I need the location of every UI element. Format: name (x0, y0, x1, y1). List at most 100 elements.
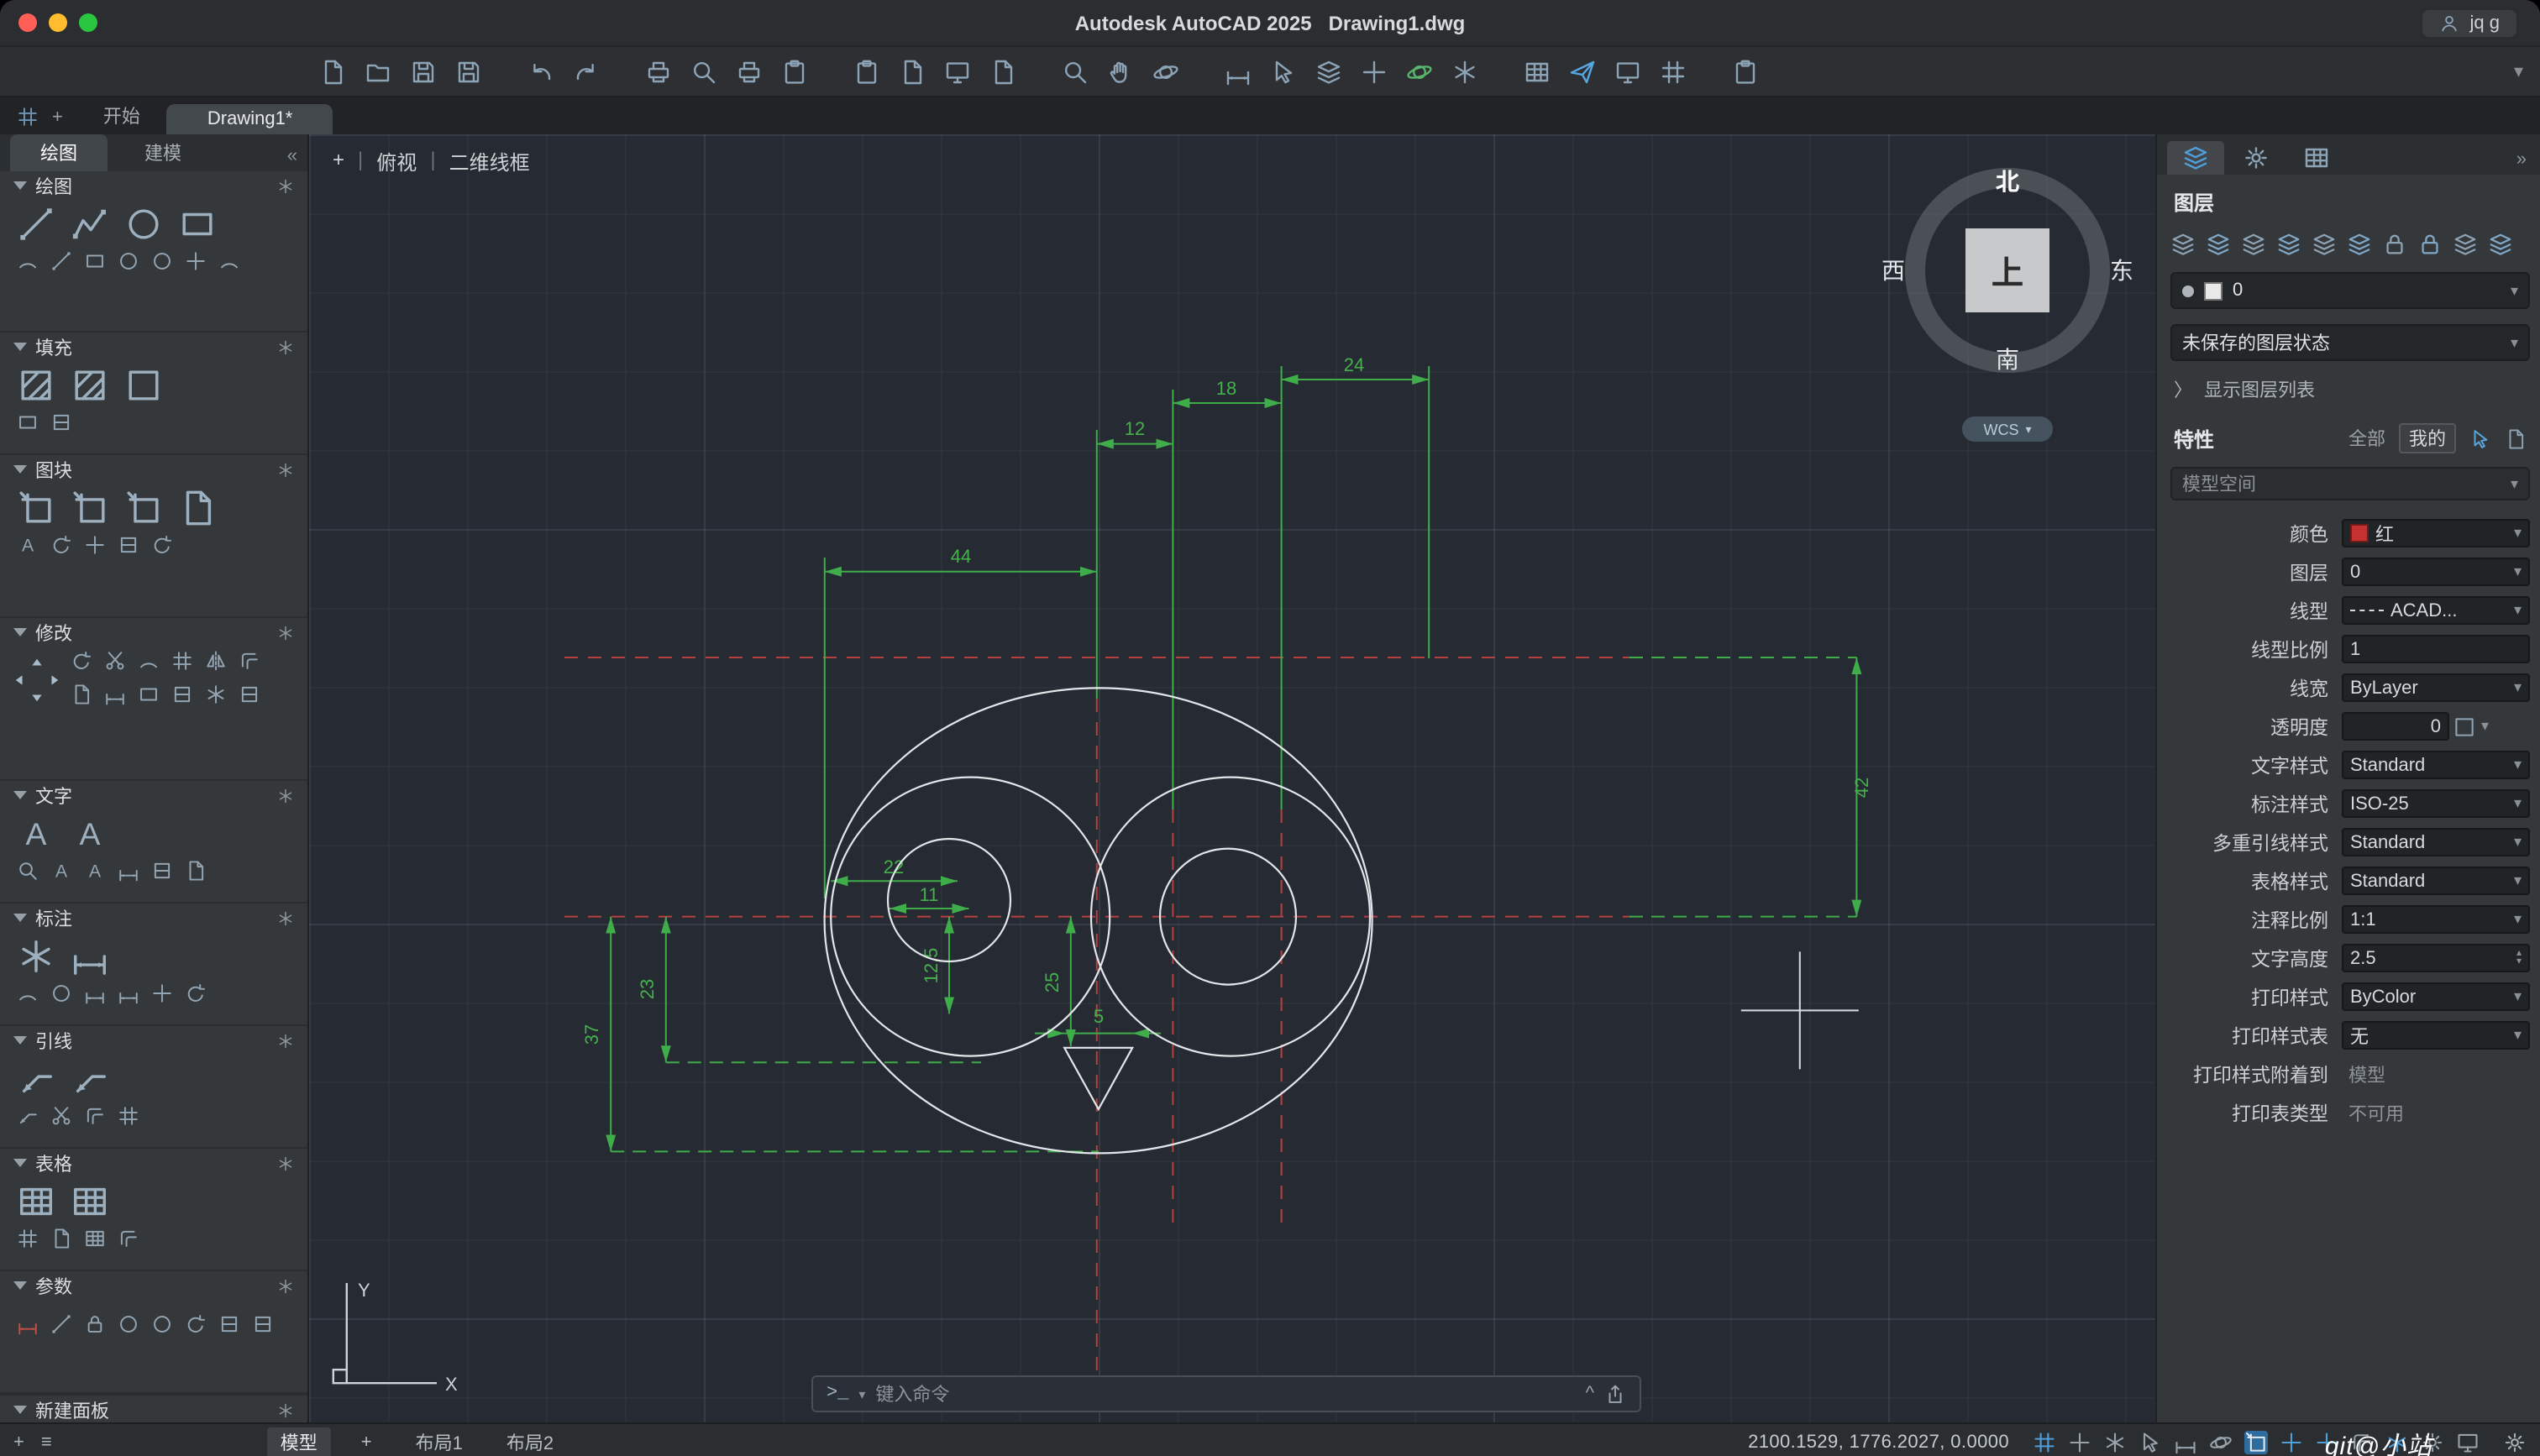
page-setup-icon[interactable] (781, 58, 808, 85)
tab-layout1[interactable]: 布局1 (402, 1427, 476, 1456)
section-header[interactable]: 表格 (0, 1149, 307, 1177)
dim-angular-icon[interactable] (17, 982, 39, 1004)
clean-icon[interactable] (2456, 1431, 2480, 1454)
create-block-icon[interactable] (71, 489, 109, 527)
model-space-canvas[interactable]: 12 18 24 44 42 37 23 22 11 12.5 25 5 Y X… (309, 134, 2155, 1422)
quick-properties-icon[interactable] (2469, 427, 2491, 449)
command-dropdown-caret-icon[interactable]: ▾ (858, 1386, 865, 1401)
find-icon[interactable] (17, 860, 39, 882)
param-hide-icon[interactable] (252, 1313, 274, 1335)
show-layer-list-row[interactable]: 〉 显示图层列表 (2174, 376, 2527, 403)
dim-quick-icon[interactable] (17, 937, 55, 976)
section-header[interactable]: 标注 (0, 903, 307, 932)
linetype-scale-input[interactable]: 1 (2342, 635, 2530, 663)
clip-xref-icon[interactable] (899, 58, 926, 85)
scale-icon[interactable] (138, 683, 160, 705)
group-icon[interactable] (1315, 58, 1342, 85)
gradient-icon[interactable] (124, 366, 163, 405)
dropdown-caret-icon[interactable]: ▾ (2511, 281, 2518, 300)
donut-icon[interactable] (151, 250, 173, 272)
tab-menu-icon[interactable] (17, 106, 39, 128)
pan-icon[interactable] (1107, 58, 1134, 85)
stretch-icon[interactable] (104, 683, 126, 705)
spline-icon[interactable] (218, 250, 240, 272)
customization-gear-icon[interactable] (2503, 1431, 2527, 1454)
offset-icon[interactable] (239, 650, 260, 672)
dim-continue-icon[interactable] (118, 982, 139, 1004)
table-cell-icon[interactable] (17, 1228, 39, 1249)
command-input[interactable]: 键入命令 (875, 1380, 949, 1407)
table-export-icon[interactable] (50, 1228, 72, 1249)
layer-properties-icon[interactable] (2170, 232, 2196, 257)
isodraft-icon[interactable] (2244, 1431, 2268, 1454)
quick-select-icon[interactable] (1270, 58, 1297, 85)
command-line[interactable]: >_ ▾ 键入命令 ^ (811, 1375, 1641, 1412)
param-radial-icon[interactable] (118, 1313, 139, 1335)
section-header[interactable]: 绘图 (0, 171, 307, 200)
current-layer-row[interactable]: 0 ▾ (2170, 272, 2530, 309)
panel-settings-icon[interactable] (277, 1401, 294, 1418)
adjust-icon[interactable] (944, 58, 971, 85)
transparency-input[interactable]: 0 (2342, 712, 2449, 741)
fillet-icon[interactable] (138, 650, 160, 672)
tab-model[interactable]: 模型 (266, 1427, 331, 1456)
layer-state-dropdown[interactable]: 未保存的图层状态 ▾ (2170, 324, 2530, 361)
dim-baseline-icon[interactable] (84, 982, 106, 1004)
geographic-icon[interactable] (1406, 58, 1433, 85)
polyline-icon[interactable] (71, 205, 109, 244)
rectangle-icon[interactable] (178, 205, 217, 244)
section-header[interactable]: 参数 (0, 1271, 307, 1300)
leader-remove-icon[interactable] (50, 1105, 72, 1127)
share-icon[interactable] (1604, 1383, 1626, 1405)
annotation-scale-dropdown[interactable]: 1:1 ▾ (2342, 905, 2530, 934)
transparency-picker-icon[interactable] (2453, 715, 2476, 738)
viewport-menu-button[interactable]: + (333, 148, 344, 176)
customize-icon[interactable] (1732, 58, 1759, 85)
tab-start[interactable]: 开始 (76, 97, 167, 134)
panel-settings-icon[interactable] (277, 338, 294, 355)
close-window-button[interactable] (18, 13, 37, 32)
view-control-button[interactable]: 俯视 (376, 148, 417, 176)
spinner-icons[interactable]: ▴ ▾ (2516, 948, 2522, 966)
space-selector[interactable]: 模型空间 ▾ (2170, 467, 2530, 500)
layer-lock-icon[interactable] (2382, 232, 2407, 257)
attribute-define-icon[interactable] (17, 534, 39, 556)
view-cube-top-face[interactable]: 上 (1965, 228, 2049, 312)
compass-north[interactable]: 北 (1996, 165, 2019, 198)
plot-style-table-dropdown[interactable]: 无 ▾ (2342, 1021, 2530, 1050)
spell-check-icon[interactable] (50, 860, 72, 882)
infer-icon[interactable] (2103, 1431, 2127, 1454)
panel-menu-icon[interactable]: ≡ (41, 1432, 52, 1453)
panel-settings-icon[interactable] (277, 909, 294, 926)
section-header[interactable]: 填充 (0, 333, 307, 361)
param-rotate-icon[interactable] (185, 1313, 207, 1335)
move-icon[interactable] (13, 657, 60, 704)
plot-icon[interactable] (645, 58, 672, 85)
leader-multi-icon[interactable] (71, 1060, 109, 1098)
table-style-icon[interactable] (84, 1228, 106, 1249)
circle-icon[interactable] (124, 205, 163, 244)
section-header[interactable]: 图块 (0, 455, 307, 484)
text-scale-icon[interactable] (118, 860, 139, 882)
tab-drawing1[interactable]: Drawing1* (166, 104, 333, 134)
text-single-icon[interactable] (71, 814, 109, 853)
orbit-icon[interactable] (1152, 58, 1179, 85)
dyn-input-icon[interactable] (2139, 1431, 2162, 1454)
pdf-import-icon[interactable] (185, 860, 207, 882)
linetype-dropdown[interactable]: ACAD... ▾ (2342, 596, 2530, 625)
section-header[interactable]: 修改 (0, 618, 307, 647)
rotate-icon[interactable] (71, 650, 92, 672)
minimize-window-button[interactable] (49, 13, 67, 32)
point-icon[interactable] (185, 250, 207, 272)
param-diameter-icon[interactable] (151, 1313, 173, 1335)
text-multi-icon[interactable] (17, 814, 55, 853)
viewport-icon[interactable] (1614, 58, 1641, 85)
boundary-icon[interactable] (17, 411, 39, 433)
construction-line-icon[interactable] (50, 250, 72, 272)
lineweight-dropdown[interactable]: ByLayer ▾ (2342, 673, 2530, 702)
plot-preview-icon[interactable] (690, 58, 717, 85)
open-icon[interactable] (365, 58, 391, 85)
layer-unisolate-icon[interactable] (2276, 232, 2301, 257)
write-block-icon[interactable] (178, 489, 217, 527)
panel-settings-icon[interactable] (277, 461, 294, 478)
